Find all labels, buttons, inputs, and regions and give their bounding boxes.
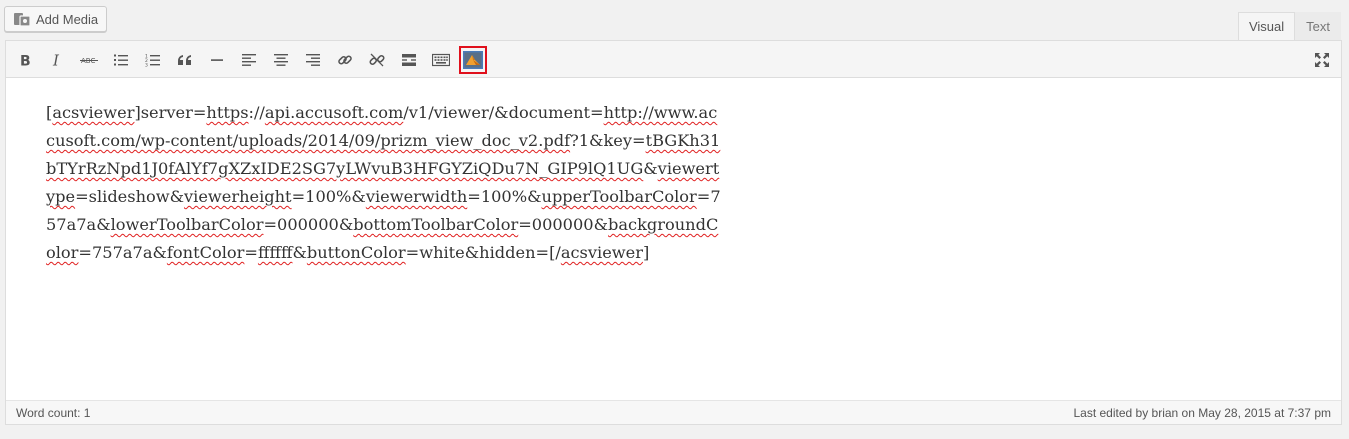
add-media-label: Add Media bbox=[36, 11, 99, 27]
svg-text:3: 3 bbox=[145, 63, 148, 68]
spellcheck-word: viewerheight bbox=[184, 187, 292, 206]
content-text: /v1/viewer/&document= bbox=[403, 103, 604, 122]
toolbar-toggle-button[interactable] bbox=[427, 46, 455, 74]
tab-text[interactable]: Text bbox=[1295, 12, 1341, 40]
content-text: ?1&key= bbox=[570, 131, 646, 150]
svg-text:I: I bbox=[52, 53, 60, 67]
spellcheck-word: acsviewer bbox=[560, 243, 643, 262]
spellcheck-word: prizm_view_doc_v2.pdf bbox=[380, 131, 571, 150]
spellcheck-word: upperToolbarColor bbox=[541, 187, 697, 206]
read-more-icon bbox=[402, 54, 416, 66]
remove-link-button[interactable] bbox=[363, 46, 391, 74]
spellcheck-word: api.accusoft.com bbox=[264, 103, 404, 122]
content-text: =slideshow& bbox=[75, 187, 185, 206]
insert-link-button[interactable] bbox=[331, 46, 359, 74]
link-icon bbox=[338, 55, 352, 65]
spellcheck-word: viewerwidth bbox=[365, 187, 468, 206]
media-icon bbox=[14, 13, 31, 27]
italic-icon: I bbox=[52, 53, 60, 67]
content-text: ] bbox=[642, 243, 650, 262]
bold-button[interactable]: B bbox=[11, 46, 39, 74]
editor-area: B I ABC 1 2 3 bbox=[5, 40, 1342, 425]
spellcheck-word: bottomToolbarColor bbox=[353, 215, 519, 234]
blockquote-button[interactable] bbox=[171, 46, 199, 74]
spellcheck-word: lowerToolbarColor bbox=[110, 215, 264, 234]
spellcheck-word: acsviewer bbox=[52, 103, 135, 122]
content-text: :// bbox=[248, 103, 265, 122]
content-text: =757a7a& bbox=[78, 243, 167, 262]
align-center-button[interactable] bbox=[267, 46, 295, 74]
editor-content[interactable]: [acsviewer]server=https://api.accusoft.c… bbox=[46, 99, 726, 267]
italic-button[interactable]: I bbox=[43, 46, 71, 74]
spellcheck-word: fontColor bbox=[166, 243, 245, 262]
fullscreen-icon bbox=[1315, 53, 1329, 67]
content-text: =000000& bbox=[518, 215, 608, 234]
strikethrough-icon: ABC bbox=[80, 57, 98, 65]
strikethrough-button[interactable]: ABC bbox=[75, 46, 103, 74]
align-right-icon bbox=[306, 54, 320, 66]
align-left-button[interactable] bbox=[235, 46, 263, 74]
horizontal-line-button[interactable] bbox=[203, 46, 231, 74]
spellcheck-word: buttonColor bbox=[306, 243, 406, 262]
content-text: =white&hidden=[/ bbox=[405, 243, 561, 262]
align-center-icon bbox=[274, 54, 288, 66]
last-edited: Last edited by brian on May 28, 2015 at … bbox=[1073, 406, 1331, 420]
content-text: = bbox=[244, 243, 258, 262]
bulleted-list-icon bbox=[114, 54, 128, 66]
horizontal-line-icon bbox=[211, 59, 223, 61]
spellcheck-word: https bbox=[206, 103, 249, 122]
fullscreen-button[interactable] bbox=[1308, 46, 1336, 74]
bulleted-list-button[interactable] bbox=[107, 46, 135, 74]
numbered-list-icon: 1 2 3 bbox=[145, 54, 160, 68]
editor-tabs: Visual Text bbox=[1237, 12, 1341, 41]
content-text: =100%& bbox=[291, 187, 366, 206]
content-text: =100%& bbox=[467, 187, 542, 206]
tab-visual[interactable]: Visual bbox=[1237, 12, 1296, 41]
editor-statusbar: Word count: 1 Last edited by brian on Ma… bbox=[6, 400, 1341, 424]
svg-text:B: B bbox=[20, 54, 31, 68]
add-media-button[interactable]: Add Media bbox=[4, 6, 108, 32]
formatting-toolbar: B I ABC 1 2 3 bbox=[6, 41, 1341, 78]
acsviewer-icon bbox=[463, 51, 483, 69]
unlink-icon bbox=[369, 53, 385, 67]
word-count: Word count: 1 bbox=[16, 406, 91, 420]
editor-header: Add Media Visual Text bbox=[0, 0, 1349, 41]
acsviewer-button[interactable] bbox=[459, 46, 487, 74]
keyboard-icon bbox=[432, 53, 450, 67]
content-text: ]server= bbox=[134, 103, 207, 122]
align-left-icon bbox=[242, 54, 256, 66]
blockquote-icon bbox=[178, 55, 191, 65]
read-more-button[interactable] bbox=[395, 46, 423, 74]
bold-icon: B bbox=[20, 54, 31, 68]
content-text: & bbox=[643, 159, 658, 178]
numbered-list-button[interactable]: 1 2 3 bbox=[139, 46, 167, 74]
spellcheck-word: ffffff bbox=[257, 243, 293, 262]
align-right-button[interactable] bbox=[299, 46, 327, 74]
content-text: =000000& bbox=[263, 215, 354, 234]
content-text: & bbox=[292, 243, 307, 262]
